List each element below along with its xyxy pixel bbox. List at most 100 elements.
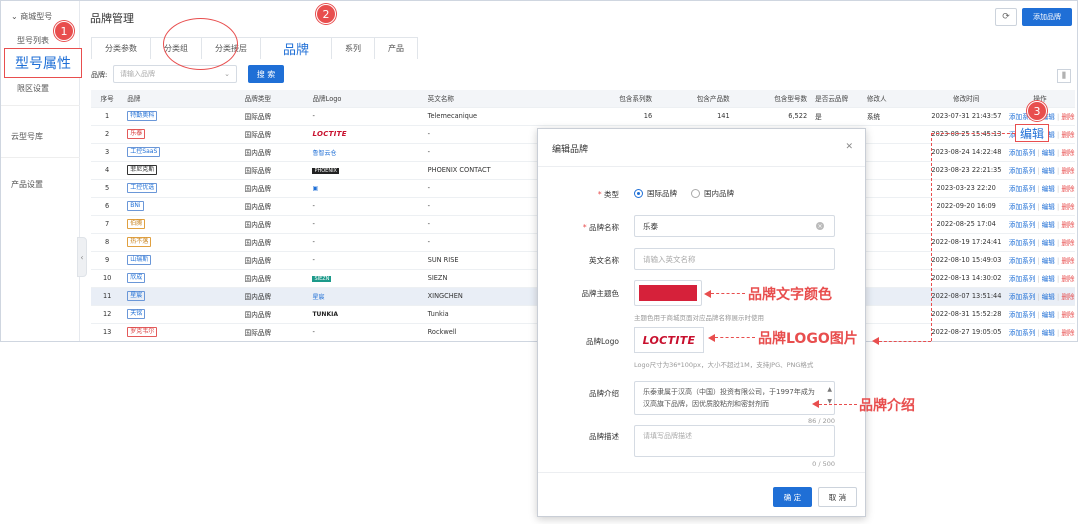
brand-tag[interactable]: 乐泰 <box>127 129 146 139</box>
delete-link[interactable]: 删除 <box>1061 257 1074 265</box>
en-name-input[interactable]: 请输入英文名称 <box>634 248 835 270</box>
delete-link[interactable]: 删除 <box>1061 275 1074 283</box>
brand-tag[interactable]: BNi <box>127 201 144 211</box>
cell-type: 国内品牌 <box>240 305 309 324</box>
annotation-line <box>931 133 932 341</box>
logo-upload[interactable]: LOCTITE <box>634 327 704 353</box>
delete-link[interactable]: 删除 <box>1061 131 1074 139</box>
cell-editor <box>862 215 928 234</box>
add-brand-button[interactable]: 添加品牌 <box>1022 8 1072 26</box>
brand-logo: 星宸 <box>312 293 325 301</box>
refresh-icon: ⟳ <box>1002 12 1010 22</box>
cell-type: 国内品牌 <box>240 233 309 252</box>
add-series-link[interactable]: 添加系列 <box>1009 167 1035 175</box>
edit-link[interactable]: 编辑 <box>1042 257 1055 265</box>
add-series-link[interactable]: 添加系列 <box>1009 275 1035 283</box>
brand-name-input[interactable]: 乐泰 × <box>634 215 835 237</box>
brand-tag[interactable]: 菲尼克斯 <box>127 165 158 175</box>
delete-link[interactable]: 删除 <box>1061 221 1074 229</box>
brand-tag[interactable]: 星宸 <box>127 291 146 301</box>
add-series-link[interactable]: 添加系列 <box>1009 203 1035 211</box>
col-cloud: 是否云品牌 <box>811 90 863 108</box>
add-series-link[interactable]: 添加系列 <box>1009 329 1035 337</box>
delete-link[interactable]: 删除 <box>1061 149 1074 157</box>
tab-category-params[interactable]: 分类参数 <box>91 37 151 59</box>
edit-highlight-button[interactable]: 编辑 <box>1015 124 1049 142</box>
brand-tag[interactable]: 特勤奥科 <box>127 111 158 121</box>
refresh-button[interactable]: ⟳ <box>995 8 1017 26</box>
annotation-arrow <box>812 400 819 408</box>
add-series-link[interactable]: 添加系列 <box>1009 149 1035 157</box>
edit-link[interactable]: 编辑 <box>1042 203 1055 211</box>
brand-tag[interactable]: 工控优选 <box>127 183 158 193</box>
sidebar-item-region[interactable]: 限区设置 <box>17 83 49 94</box>
brand-intro-text: 乐泰隶属于汉高（中国）投资有限公司，于1997年成为汉高旗下品牌，因优质胶粘剂和… <box>643 388 815 408</box>
add-series-link[interactable]: 添加系列 <box>1009 311 1035 319</box>
brand-filter-select[interactable]: 请输入品牌 ⌄ <box>113 65 237 83</box>
edit-link[interactable]: 编辑 <box>1042 329 1055 337</box>
tab-product[interactable]: 产品 <box>374 37 419 59</box>
edit-link[interactable]: 编辑 <box>1042 167 1055 175</box>
cell-ops: 添加系列 | 编辑 | 删除 <box>1004 197 1075 216</box>
add-series-link[interactable]: 添加系列 <box>1009 239 1035 247</box>
sidebar-section-cloud[interactable]: 云型号库 <box>11 131 43 142</box>
cell-ops: 添加系列 | 编辑 | 删除 <box>1004 251 1075 270</box>
cancel-button[interactable]: 取 消 <box>818 487 857 507</box>
close-icon[interactable]: ✕ <box>845 142 853 152</box>
add-series-link[interactable]: 添加系列 <box>1009 185 1035 193</box>
add-series-link[interactable]: 添加系列 <box>1009 293 1035 301</box>
delete-link[interactable]: 删除 <box>1061 311 1074 319</box>
chevron-down-icon: ⌄ <box>11 12 18 21</box>
search-button[interactable]: 搜 索 <box>248 65 284 83</box>
brand-tag[interactable]: 伯腾 <box>127 219 146 229</box>
edit-link[interactable]: 编辑 <box>1042 293 1055 301</box>
cell-ops: 添加系列 | 编辑 | 删除 <box>1004 161 1075 180</box>
edit-link[interactable]: 编辑 <box>1042 221 1055 229</box>
tab-brand[interactable]: 品牌 <box>260 37 333 59</box>
cell-en-name: - <box>423 197 545 216</box>
dialog-title: 编辑品牌 <box>552 145 589 155</box>
delete-link[interactable]: 删除 <box>1061 113 1074 121</box>
sidebar-item-models[interactable]: 型号列表 <box>17 35 49 46</box>
brand-tag[interactable]: 罗克韦尔 <box>127 327 158 337</box>
add-series-link[interactable]: 添加系列 <box>1009 257 1035 265</box>
edit-link[interactable]: 编辑 <box>1042 275 1055 283</box>
clear-icon[interactable]: × <box>816 222 824 230</box>
edit-link[interactable]: 编辑 <box>1042 311 1055 319</box>
add-series-link[interactable]: 添加系列 <box>1009 221 1035 229</box>
delete-link[interactable]: 删除 <box>1061 293 1074 301</box>
delete-link[interactable]: 删除 <box>1061 239 1074 247</box>
tab-series[interactable]: 系列 <box>331 37 376 59</box>
radio-intl[interactable] <box>634 189 643 198</box>
brand-tag[interactable]: 山瑞斯 <box>127 255 152 265</box>
column-settings-icon[interactable]: ⫼ <box>1057 69 1071 83</box>
delete-link[interactable]: 删除 <box>1061 329 1074 337</box>
brand-tag[interactable]: 天铭 <box>127 309 146 319</box>
edit-link[interactable]: 编辑 <box>1042 185 1055 193</box>
radio-domestic[interactable] <box>691 189 700 198</box>
brand-intro-textarea[interactable]: 乐泰隶属于汉高（中国）投资有限公司，于1997年成为汉高旗下品牌，因优质胶粘剂和… <box>634 381 835 415</box>
delete-link[interactable]: 删除 <box>1061 203 1074 211</box>
sidebar-item-attr-highlight[interactable]: 型号属性 <box>4 48 82 78</box>
brand-logo: - <box>312 328 315 336</box>
name-label: * 品牌名称 <box>582 223 619 232</box>
cell-en-name: - <box>423 125 545 144</box>
delete-link[interactable]: 删除 <box>1061 167 1074 175</box>
sidebar-section-product[interactable]: 产品设置 <box>11 179 43 190</box>
delete-link[interactable]: 删除 <box>1061 185 1074 193</box>
edit-link[interactable]: 编辑 <box>1042 149 1055 157</box>
edit-link[interactable]: 编辑 <box>1042 239 1055 247</box>
confirm-button[interactable]: 确 定 <box>773 487 812 507</box>
sidebar-collapse-handle[interactable]: ‹ <box>77 237 87 277</box>
brand-desc-textarea[interactable]: 请填写品牌描述 <box>634 425 835 457</box>
theme-color-picker[interactable] <box>634 280 702 306</box>
brand-tag[interactable]: 热不落 <box>127 237 152 247</box>
type-label: * 类型 <box>597 190 619 199</box>
sidebar-section-store[interactable]: ⌄ 商城型号 <box>11 11 52 22</box>
cell-logo: - <box>308 197 424 216</box>
brand-tag[interactable]: 欣成 <box>127 273 146 283</box>
cell-brand: 特勤奥科 <box>123 107 241 126</box>
cell-editor <box>862 179 928 198</box>
table-row: 1 特勤奥科 国际品牌 - Telemecanique 16 141 6,522 是系统 2023… <box>91 107 1075 126</box>
brand-tag[interactable]: 工控SaaS <box>127 147 161 157</box>
